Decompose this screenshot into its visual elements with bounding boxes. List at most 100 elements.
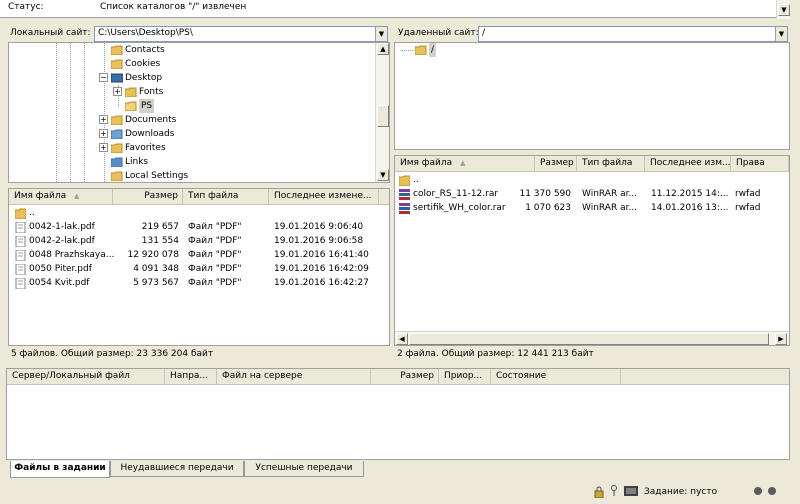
local-path-combo[interactable]: C:\Users\Desktop\PS\ ▼: [94, 26, 388, 42]
queue-tabs: Файлы в задании Неудавшиеся передачи Усп…: [10, 461, 370, 478]
table-row[interactable]: 0042-1-lak.pdf 219 657 Файл "PDF" 19.01.…: [9, 220, 389, 235]
file-size: 219 657: [141, 222, 179, 232]
folder-icon: [111, 59, 123, 69]
tree-item-label: Links: [125, 157, 149, 167]
table-row[interactable]: 0042-2-lak.pdf 131 554 Файл "PDF" 19.01.…: [9, 234, 389, 249]
remote-tree[interactable]: /: [394, 42, 790, 150]
remote-site-label: Удаленный сайт:: [398, 28, 479, 38]
tree-item-label: Local Settings: [125, 171, 189, 181]
tree-item-label: Desktop: [125, 73, 163, 83]
col-direction[interactable]: Напра...: [165, 369, 217, 385]
tree-item-label: PS: [139, 99, 155, 113]
local-list-header: Имя файла ▲ Размер Тип файла Последнее из…: [9, 189, 389, 205]
pdf-file-icon: [15, 263, 26, 276]
scroll-up-icon[interactable]: ▲: [377, 43, 389, 55]
tree-item-label: Fonts: [139, 87, 164, 97]
tree-item-label: Cookies: [125, 59, 161, 69]
file-date: 19.01.2016 9:06:40: [274, 222, 364, 232]
scroll-down-icon[interactable]: ▼: [778, 4, 790, 16]
queue-status-text: Задание: пусто: [644, 487, 718, 497]
scroll-right-icon[interactable]: ▶: [775, 333, 787, 345]
col-status[interactable]: Состояние: [491, 369, 621, 385]
scroll-left-icon[interactable]: ◀: [396, 333, 408, 345]
speed-limit-icon[interactable]: [624, 486, 638, 496]
col-type[interactable]: Тип файла: [577, 156, 645, 172]
scroll-down-icon[interactable]: ▼: [377, 169, 389, 181]
log-status-label: Статус:: [8, 2, 44, 12]
tree-item-label: Contacts: [125, 45, 165, 55]
expand-icon[interactable]: +: [113, 87, 122, 96]
file-date: 19.01.2016 16:42:09: [274, 264, 369, 274]
remote-path-combo[interactable]: / ▼: [478, 26, 788, 42]
tree-item-label: Favorites: [125, 143, 166, 153]
expand-icon[interactable]: +: [99, 115, 108, 124]
file-permissions: rwfad: [735, 189, 761, 199]
col-filename[interactable]: Имя файла ▲: [395, 156, 535, 172]
col-modified[interactable]: Последнее измене...: [269, 189, 379, 205]
tab-queued-files[interactable]: Файлы в задании: [10, 461, 110, 478]
file-name: ..: [413, 175, 419, 185]
table-row[interactable]: color_RS_11-12.rar 11 370 590 WinRAR ar.…: [395, 187, 789, 202]
file-name: sertifik_WH_color.rar: [413, 203, 506, 213]
file-name: 0050 Piter.pdf: [29, 264, 92, 274]
file-name: 0054 Kvit.pdf: [29, 278, 90, 288]
remote-hscrollbar[interactable]: ◀ ▶: [395, 331, 789, 345]
expand-icon[interactable]: +: [99, 129, 108, 138]
key-icon: [610, 485, 618, 497]
table-row[interactable]: 0054 Kvit.pdf 5 973 567 Файл "PDF" 19.01…: [9, 276, 389, 291]
expand-icon[interactable]: +: [99, 143, 108, 152]
list-item-parent[interactable]: ..: [395, 173, 789, 188]
col-filename[interactable]: Имя файла ▲: [9, 189, 113, 205]
queue-header: Сервер/Локальный файл Напра... Файл на с…: [7, 369, 789, 385]
file-type: Файл "PDF": [188, 264, 242, 274]
log-scrollbar[interactable]: ▼: [776, 0, 790, 19]
local-file-list[interactable]: Имя файла ▲ Размер Тип файла Последнее из…: [8, 188, 390, 346]
chevron-down-icon[interactable]: ▼: [375, 27, 387, 41]
tree-item-label: Documents: [125, 115, 177, 125]
remote-file-list[interactable]: Имя файла ▲ Размер Тип файла Последнее из…: [394, 155, 790, 346]
table-row[interactable]: sertifik_WH_color.rar 1 070 623 WinRAR a…: [395, 201, 789, 216]
file-type: Файл "PDF": [188, 236, 242, 246]
collapse-icon[interactable]: −: [99, 73, 108, 82]
transfer-queue[interactable]: Сервер/Локальный файл Напра... Файл на с…: [6, 368, 790, 460]
file-name: color_RS_11-12.rar: [413, 189, 499, 199]
local-tree[interactable]: Contacts Cookies − Desktop + Fonts PS + …: [8, 42, 390, 183]
tab-successful-transfers[interactable]: Успешные передачи: [244, 461, 364, 477]
chevron-down-icon[interactable]: ▼: [775, 27, 787, 41]
tree-item-label: Downloads: [125, 129, 175, 139]
col-modified[interactable]: Последнее изм...: [645, 156, 731, 172]
status-bar: Задание: пусто: [0, 482, 800, 504]
table-row[interactable]: 0050 Piter.pdf 4 091 348 Файл "PDF" 19.0…: [9, 262, 389, 277]
file-date: 11.12.2015 14:...: [651, 189, 729, 199]
local-path-value: C:\Users\Desktop\PS\: [98, 28, 193, 38]
col-size[interactable]: Размер: [371, 369, 439, 385]
table-row[interactable]: 0048 Prazhskaya... 12 920 078 Файл "PDF"…: [9, 248, 389, 263]
col-remote-file[interactable]: Файл на сервере: [217, 369, 371, 385]
file-size: 11 370 590: [519, 189, 571, 199]
file-name: 0042-1-lak.pdf: [29, 222, 95, 232]
col-local-file[interactable]: Сервер/Локальный файл: [7, 369, 165, 385]
folder-open-icon: [125, 101, 137, 111]
folder-icon: [111, 157, 123, 167]
scroll-thumb[interactable]: [409, 333, 769, 345]
file-type: Файл "PDF": [188, 222, 242, 232]
folder-icon: [111, 115, 123, 125]
message-log[interactable]: Статус: Список каталогов "/" извлечен: [0, 0, 790, 18]
col-permissions[interactable]: Права: [731, 156, 789, 172]
col-type[interactable]: Тип файла: [183, 189, 269, 205]
scroll-thumb[interactable]: [377, 105, 389, 127]
list-item-parent[interactable]: ..: [9, 206, 389, 221]
col-priority[interactable]: Приор...: [439, 369, 491, 385]
local-summary: 5 файлов. Общий размер: 23 336 204 байт: [11, 349, 214, 359]
col-size[interactable]: Размер: [535, 156, 577, 172]
tree-item-label: /: [429, 43, 437, 57]
file-date: 14.01.2016 13:...: [651, 203, 729, 213]
file-size: 131 554: [141, 236, 179, 246]
folder-icon: [111, 171, 123, 181]
local-tree-scrollbar[interactable]: ▲ ▼: [375, 43, 389, 182]
tab-failed-transfers[interactable]: Неудавшиеся передачи: [110, 461, 244, 477]
col-size[interactable]: Размер: [113, 189, 183, 205]
pdf-file-icon: [15, 221, 26, 234]
file-date: 19.01.2016 16:42:27: [274, 278, 369, 288]
file-type: WinRAR ar...: [582, 189, 638, 199]
